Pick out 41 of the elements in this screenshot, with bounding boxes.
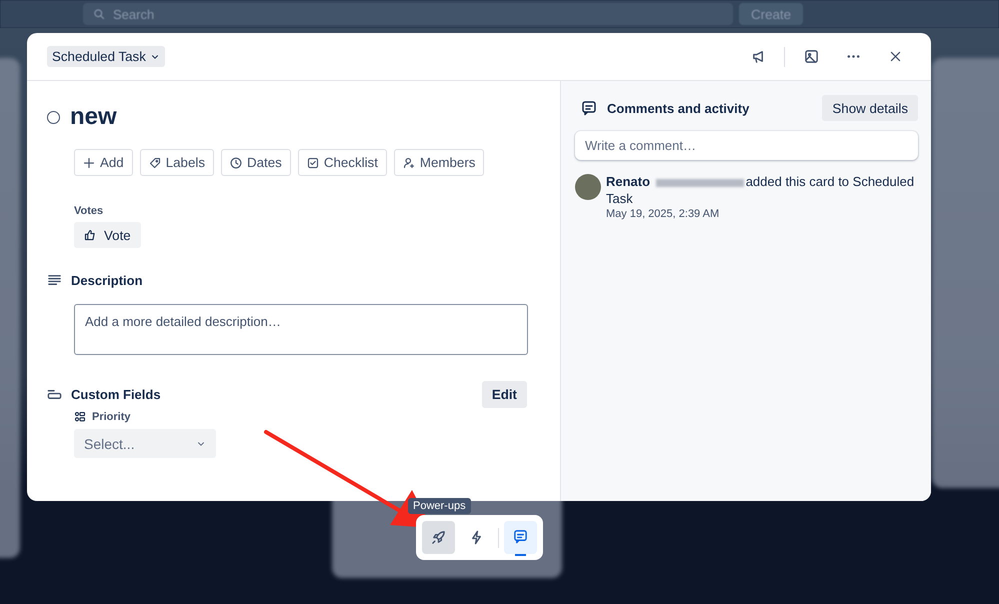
plus-icon (83, 156, 95, 168)
comment-button[interactable] (504, 521, 537, 554)
add-button[interactable]: Add (74, 149, 133, 176)
comment-icon (581, 100, 597, 116)
vote-button[interactable]: Vote (74, 222, 141, 248)
comment-icon (513, 529, 528, 544)
edit-button[interactable]: Edit (482, 380, 527, 408)
card-action-button[interactable]: Members (394, 149, 484, 176)
megaphone-icon (750, 49, 766, 64)
custom-fields-heading: Custom Fields (71, 386, 161, 402)
priority-select[interactable]: Select... (74, 429, 216, 458)
complete-checkbox[interactable] (47, 110, 60, 124)
tag-icon (148, 156, 161, 168)
votes-label: Votes (74, 205, 104, 217)
card-title: new (70, 103, 117, 131)
add-person-icon (402, 156, 415, 168)
card-action-button[interactable]: Dates (221, 149, 291, 176)
rocket-icon (431, 530, 446, 545)
description-heading: Description (71, 272, 143, 288)
card-action-button[interactable]: Checklist (298, 149, 387, 176)
lightning-icon (469, 530, 484, 545)
close-icon (888, 50, 902, 63)
field-label: Priority (92, 411, 131, 423)
list-dropdown-button[interactable]: Scheduled Task (47, 46, 165, 67)
checkbox-icon (306, 156, 319, 168)
card-action-button[interactable]: Labels (140, 149, 214, 176)
show-details-button[interactable]: Show details (822, 95, 918, 121)
image-icon (804, 49, 818, 64)
activity-heading: Comments and activity (607, 100, 750, 116)
field-icon (74, 411, 86, 423)
description-field[interactable]: Add a more detailed description… (74, 304, 528, 355)
thumbs-up-icon (84, 229, 96, 241)
rocket-button[interactable] (422, 521, 455, 554)
avatar (575, 174, 601, 200)
description-icon (47, 272, 62, 288)
comment-field[interactable]: Write a comment… (575, 131, 918, 160)
clock-icon (230, 156, 242, 168)
activity-time[interactable]: May 19, 2025, 2:39 AM (606, 208, 916, 220)
activity-text: Renato added this card to Scheduled Task (606, 173, 916, 207)
search-icon (93, 8, 105, 20)
tooltip: Power-ups (408, 498, 471, 514)
